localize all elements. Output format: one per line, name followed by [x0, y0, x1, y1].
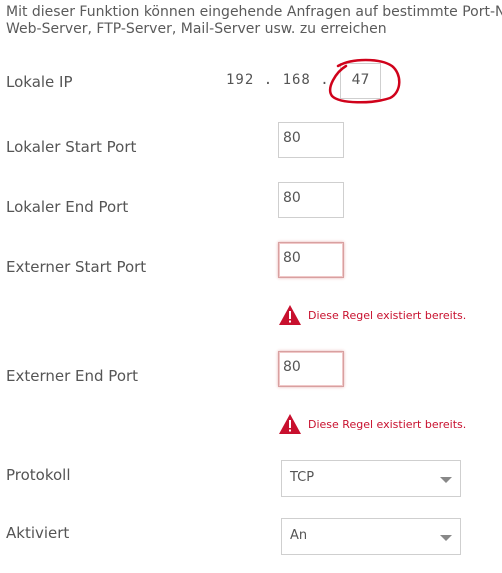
- protokoll-select[interactable]: TCP: [281, 460, 461, 497]
- intro-line-1: Mit dieser Funktion können eingehende An…: [6, 4, 502, 20]
- externer-start-port-label: Externer Start Port: [6, 258, 147, 276]
- intro-text: Mit dieser Funktion können eingehende An…: [6, 4, 502, 38]
- aktiviert-select[interactable]: An: [281, 518, 461, 555]
- intro-line-2: Web-Server, FTP-Server, Mail-Server usw.…: [6, 21, 387, 37]
- lokale-ip-last-octet-input[interactable]: 47: [340, 63, 381, 99]
- lokaler-start-port-label: Lokaler Start Port: [6, 138, 137, 156]
- lokaler-end-port-label: Lokaler End Port: [6, 198, 129, 216]
- lokaler-start-port-input[interactable]: 80: [278, 122, 344, 158]
- externer-start-port-error-text: Diese Regel existiert bereits.: [308, 308, 467, 322]
- externer-start-port-input[interactable]: 80: [278, 242, 344, 278]
- warning-triangle-icon: [279, 305, 301, 325]
- externer-start-port-error: Diese Regel existiert bereits.: [278, 304, 466, 326]
- externer-end-port-input[interactable]: 80: [278, 351, 344, 387]
- externer-end-port-label: Externer End Port: [6, 367, 139, 385]
- externer-end-port-error-text: Diese Regel existiert bereits.: [308, 417, 467, 431]
- aktiviert-selected-value: An: [290, 528, 308, 543]
- lokale-ip-prefix: 192 . 168 . 0: [226, 72, 349, 88]
- lokaler-end-port-input[interactable]: 80: [278, 182, 344, 218]
- warning-triangle-icon: [279, 414, 301, 434]
- chevron-down-icon: [440, 535, 452, 541]
- lokale-ip-label: Lokale IP: [6, 73, 73, 91]
- protokoll-label: Protokoll: [6, 466, 71, 484]
- externer-end-port-error: Diese Regel existiert bereits.: [278, 413, 466, 435]
- protokoll-selected-value: TCP: [290, 470, 315, 485]
- chevron-down-icon: [440, 477, 452, 483]
- aktiviert-label: Aktiviert: [6, 524, 70, 542]
